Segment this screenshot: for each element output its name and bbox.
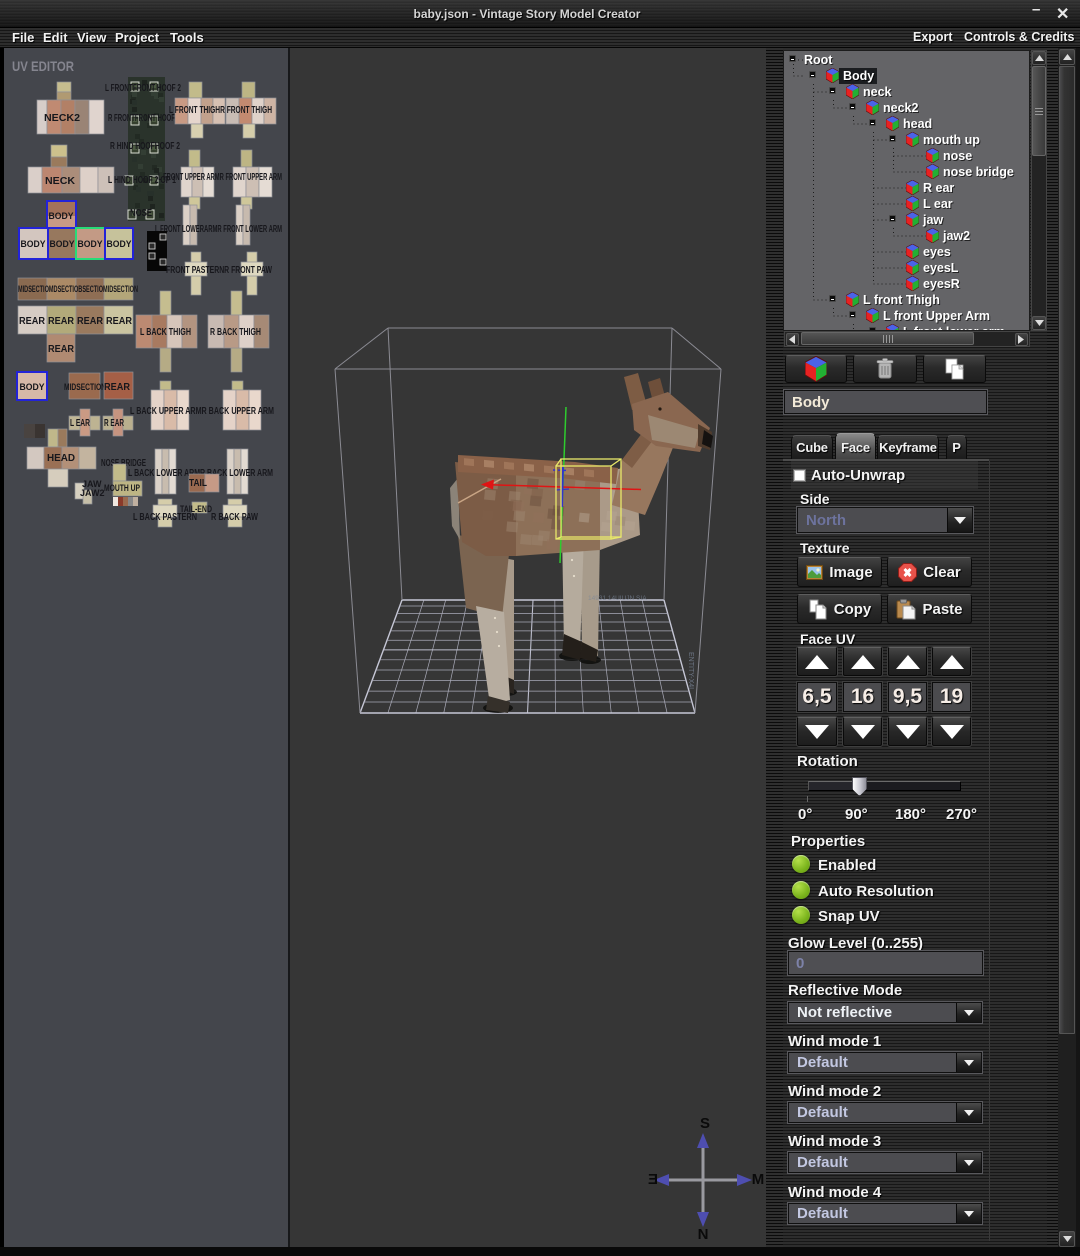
- svg-text:TAIL: TAIL: [189, 478, 207, 489]
- svg-text:L FRONT UPPER ARMR FRONT UPPER: L FRONT UPPER ARMR FRONT UPPER ARM: [158, 172, 282, 183]
- svg-text:L EAR: L EAR: [70, 418, 91, 429]
- svg-text:MOUTH UP: MOUTH UP: [104, 483, 140, 494]
- svg-text:BODY: BODY: [21, 239, 47, 250]
- svg-text:NOSE: NOSE: [130, 208, 152, 219]
- svg-text:L BACK THIGH: L BACK THIGH: [140, 327, 191, 338]
- svg-text:R BACK THIGH: R BACK THIGH: [210, 327, 261, 338]
- svg-text:L FRONT LOWERARMR FRONT LOWER: L FRONT LOWERARMR FRONT LOWER ARM: [155, 224, 282, 235]
- svg-text:BODY: BODY: [20, 382, 46, 393]
- svg-text:R HIND HOOFHOOF 2: R HIND HOOFHOOF 2: [110, 141, 180, 152]
- svg-text:NECK2: NECK2: [44, 113, 80, 124]
- svg-text:REAR: REAR: [19, 316, 46, 327]
- svg-text:REAR: REAR: [104, 382, 131, 393]
- svg-text:S: S: [700, 1115, 710, 1132]
- svg-text:L FRONTFRONT HOOF 2: L FRONTFRONT HOOF 2: [105, 83, 181, 94]
- svg-text:E: E: [648, 1171, 658, 1188]
- svg-text:REAR: REAR: [48, 316, 75, 327]
- svg-text:MIDSECTIOMDSECTIOBSECTIOMIDSEC: MIDSECTIOMDSECTIOBSECTIOMIDSECTION: [18, 284, 138, 295]
- svg-text:FRONT PASTERNR FRONT PAW: FRONT PASTERNR FRONT PAW: [166, 265, 272, 276]
- svg-text:ENTITY-X4I: ENTITY-X4I: [687, 652, 694, 689]
- svg-text:BODY: BODY: [50, 239, 76, 250]
- svg-text:L BACK PASTERN: L BACK PASTERN: [133, 512, 197, 523]
- svg-text:L FRONT THIGHR FRONT THIGH: L FRONT THIGHR FRONT THIGH: [169, 105, 272, 116]
- svg-text:JAW2: JAW2: [80, 488, 105, 498]
- svg-text:R EAR: R EAR: [104, 418, 124, 429]
- svg-text:NECK: NECK: [45, 176, 76, 187]
- svg-text:L BACK UPPER ARMR BACK UPPER A: L BACK UPPER ARMR BACK UPPER ARM: [130, 406, 274, 417]
- svg-text:MIDSECTION: MIDSECTION: [64, 382, 106, 393]
- svg-text:HEAD: HEAD: [47, 453, 75, 464]
- svg-text:REAR: REAR: [48, 344, 75, 355]
- svg-text:R BACK PAW: R BACK PAW: [211, 512, 258, 523]
- svg-text:BODY: BODY: [49, 211, 75, 222]
- svg-text:N: N: [698, 1226, 709, 1243]
- svg-text:BODY: BODY: [78, 239, 104, 250]
- svg-text:REAR: REAR: [106, 316, 133, 327]
- svg-text:BODY: BODY: [107, 239, 133, 250]
- svg-text:14931 14UIUJN SIA: 14931 14UIUJN SIA: [588, 595, 647, 602]
- svg-text:REAR: REAR: [77, 316, 104, 327]
- svg-text:M: M: [752, 1171, 765, 1188]
- svg-text:UV EDITOR: UV EDITOR: [12, 58, 74, 74]
